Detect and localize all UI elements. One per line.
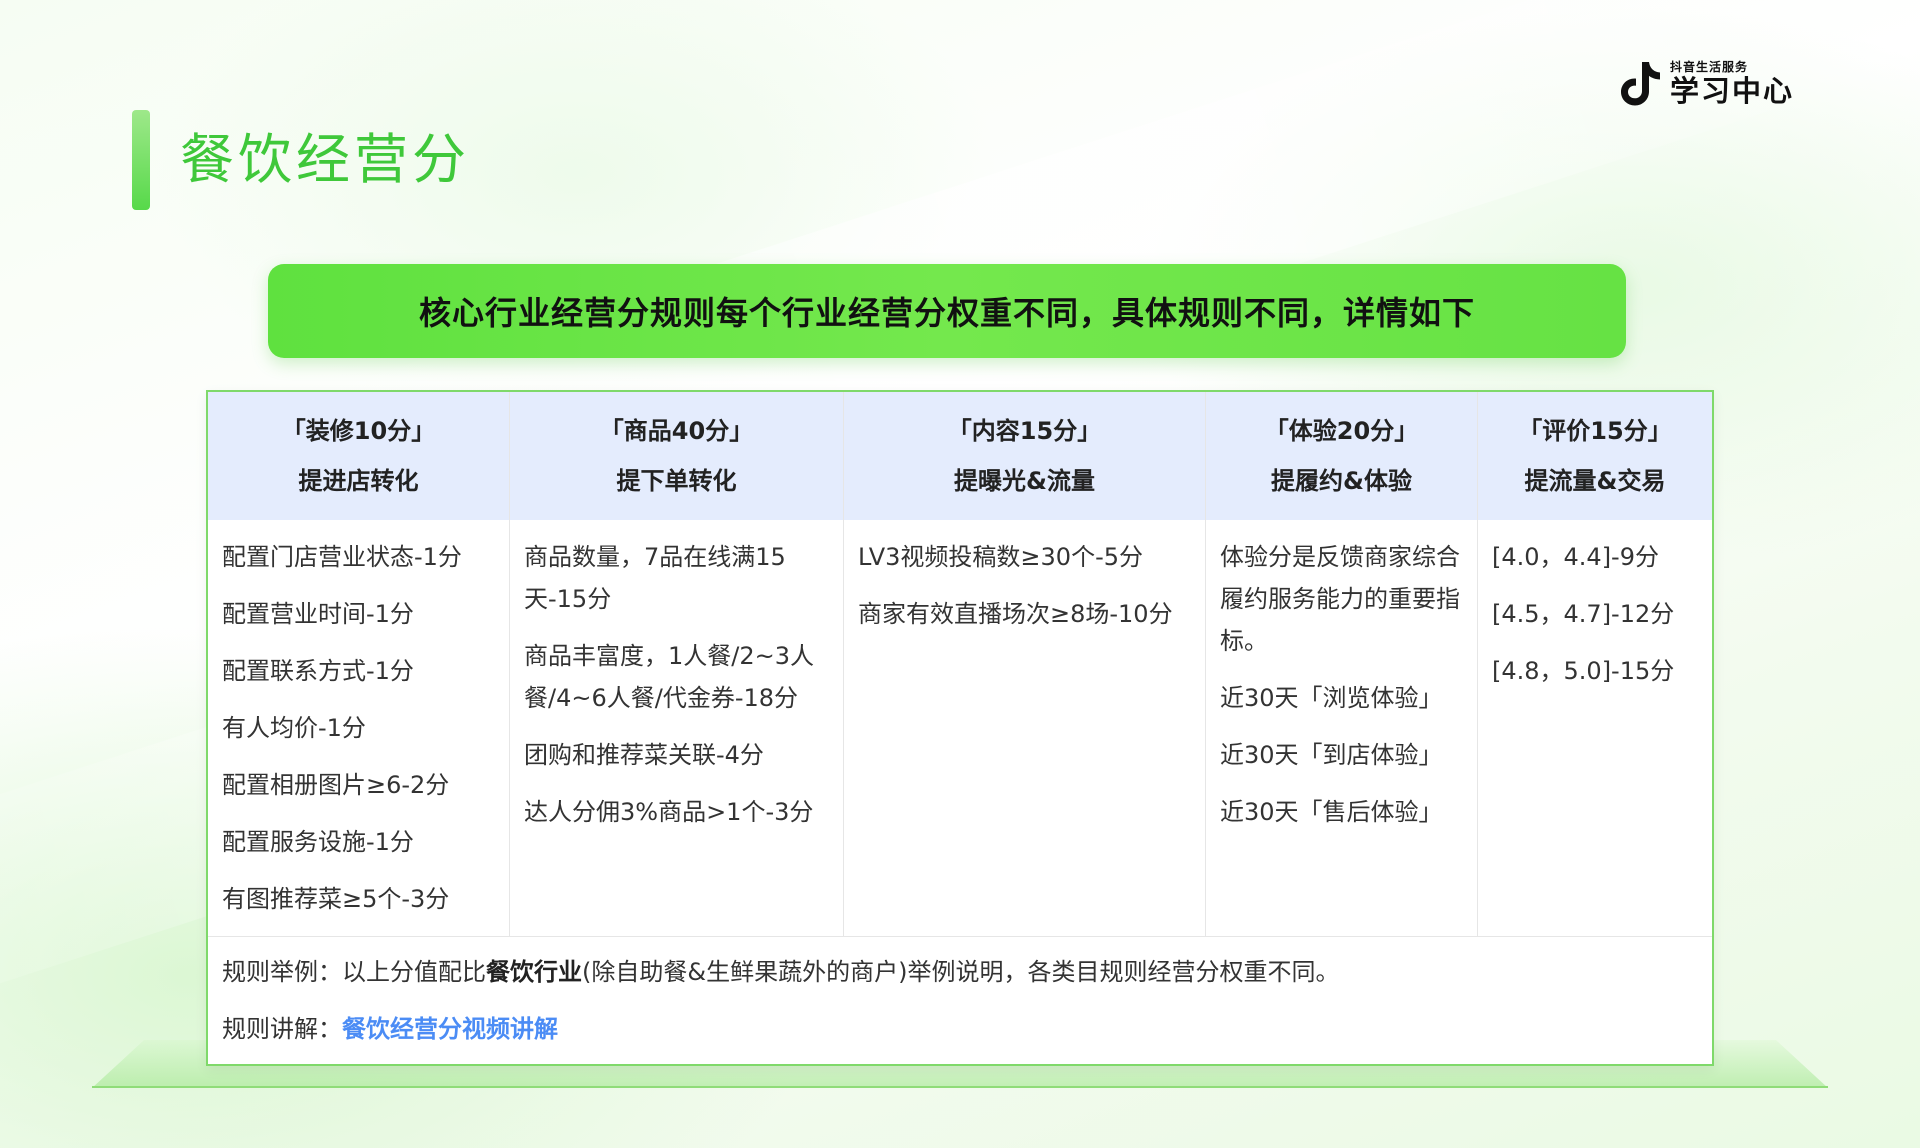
- rule-item: 体验分是反馈商家综合履约服务能力的重要指标。: [1220, 543, 1460, 655]
- rules-footer: 规则举例：以上分值配比餐饮行业(除自助餐&生鲜果蔬外的商户)举例说明，各类目规则…: [208, 936, 1712, 1066]
- rule-explanation-label: 规则讲解：: [222, 1015, 342, 1043]
- rule-item: [4.5，4.7]-12分: [1492, 600, 1675, 628]
- rule-item: 配置门店营业状态-1分: [222, 543, 462, 571]
- rule-item: [4.8，5.0]-15分: [1492, 657, 1675, 685]
- column-header: 「商品40分」 提下单转化: [510, 392, 843, 520]
- column-header: 「评价15分」 提流量&交易: [1478, 392, 1712, 520]
- rule-item: 达人分佣3%商品>1个-3分: [524, 798, 814, 826]
- brand-subtitle: 抖音生活服务: [1670, 60, 1749, 74]
- column-content: 「内容15分」 提曝光&流量 LV3视频投稿数≥30个-5分商家有效直播场次≥8…: [844, 392, 1206, 936]
- douyin-note-icon: [1621, 62, 1660, 106]
- rules-columns: 「装修10分」 提进店转化 配置门店营业状态-1分 配置营业时间-1分 配置联系方式…: [208, 392, 1712, 936]
- video-explanation-link[interactable]: 餐饮经营分视频讲解: [342, 1015, 558, 1043]
- rule-item: 近30天「到店体验」: [1220, 741, 1443, 769]
- banner-text: 核心行业经营分规则每个行业经营分权重不同，具体规则不同，详情如下: [418, 294, 1475, 332]
- column-header: 「体验20分」 提履约&体验: [1206, 392, 1477, 520]
- rule-example-label: 规则举例：: [222, 958, 342, 986]
- rule-item: 商家有效直播场次≥8场-10分: [858, 600, 1173, 628]
- column-heading: 「装修10分」: [281, 417, 436, 445]
- page-title: 餐饮经营分: [180, 128, 470, 191]
- decorative-platform-edge: [92, 1086, 1828, 1088]
- rule-item: 近30天「浏览体验」: [1220, 684, 1443, 712]
- rule-item: 有人均价-1分: [222, 714, 366, 742]
- column-header: 「内容15分」 提曝光&流量: [844, 392, 1205, 520]
- column-subheading: 提流量&交易: [1524, 467, 1666, 495]
- rule-item: 配置营业时间-1分: [222, 600, 414, 628]
- rule-item: 配置相册图片≥6-2分: [222, 771, 450, 799]
- column-body: 配置门店营业状态-1分 配置营业时间-1分 配置联系方式-1分 有人均价-1分配置相册…: [208, 520, 509, 920]
- column-experience: 「体验20分」 提履约&体验 体验分是反馈商家综合履约服务能力的重要指标。近30…: [1206, 392, 1478, 936]
- column-body: 商品数量，7品在线满15天-15分 商品丰富度，1人餐/2~3人餐/4~6人餐/代…: [510, 520, 843, 833]
- rule-example-industry: 餐饮行业: [486, 958, 582, 986]
- column-heading: 「内容15分」: [947, 417, 1102, 445]
- column-header: 「装修10分」 提进店转化: [208, 392, 509, 520]
- column-decoration: 「装修10分」 提进店转化 配置门店营业状态-1分 配置营业时间-1分 配置联系方式…: [208, 392, 510, 936]
- rule-explanation: 规则讲解：餐饮经营分视频讲解: [222, 1008, 1698, 1050]
- rule-example-text: 以上分值配比: [342, 958, 486, 986]
- column-subheading: 提曝光&流量: [954, 467, 1095, 495]
- rule-item: 有图推荐菜≥5个-3分: [222, 885, 450, 913]
- brand-logo: 抖音生活服务 学习中心: [1618, 58, 1794, 110]
- column-reviews: 「评价15分」 提流量&交易 [4.0，4.4]-9分 [4.5，4.7]-12分…: [1478, 392, 1712, 936]
- column-subheading: 提履约&体验: [1271, 467, 1412, 495]
- rule-item: 配置服务设施-1分: [222, 828, 414, 856]
- rule-item: 团购和推荐菜关联-4分: [524, 741, 764, 769]
- column-heading: 「评价15分」: [1518, 417, 1672, 445]
- rule-item: 近30天「售后体验」: [1220, 798, 1443, 826]
- rule-example-note: (除自助餐&生鲜果蔬外的商户)举例说明，各类目规则经营分权重不同。: [582, 958, 1340, 986]
- rule-example: 规则举例：以上分值配比餐饮行业(除自助餐&生鲜果蔬外的商户)举例说明，各类目规则…: [222, 951, 1698, 993]
- column-products: 「商品40分」 提下单转化 商品数量，7品在线满15天-15分 商品丰富度，1人餐…: [510, 392, 844, 936]
- rule-item: LV3视频投稿数≥30个-5分: [858, 543, 1143, 571]
- rules-table: 「装修10分」 提进店转化 配置门店营业状态-1分 配置营业时间-1分 配置联系方式…: [206, 390, 1714, 1066]
- column-body: LV3视频投稿数≥30个-5分商家有效直播场次≥8场-10分: [844, 520, 1205, 635]
- column-heading: 「体验20分」: [1264, 417, 1419, 445]
- column-subheading: 提下单转化: [616, 467, 737, 495]
- rule-item: [4.0，4.4]-9分: [1492, 543, 1659, 571]
- column-body: [4.0，4.4]-9分 [4.5，4.7]-12分 [4.8，5.0]-15分: [1478, 520, 1712, 692]
- rule-item: 配置联系方式-1分: [222, 657, 414, 685]
- rule-item: 商品数量，7品在线满15天-15分: [524, 543, 786, 613]
- title-accent-bar: [132, 110, 150, 210]
- column-body: 体验分是反馈商家综合履约服务能力的重要指标。近30天「浏览体验」 近30天「到店体…: [1206, 520, 1477, 833]
- column-heading: 「商品40分」: [599, 417, 754, 445]
- rule-item: 商品丰富度，1人餐/2~3人餐/4~6人餐/代金券-18分: [524, 642, 815, 712]
- column-subheading: 提进店转化: [298, 467, 419, 495]
- headline-banner: 核心行业经营分规则每个行业经营分权重不同，具体规则不同，详情如下: [268, 264, 1626, 358]
- brand-title: 学习中心: [1670, 74, 1795, 108]
